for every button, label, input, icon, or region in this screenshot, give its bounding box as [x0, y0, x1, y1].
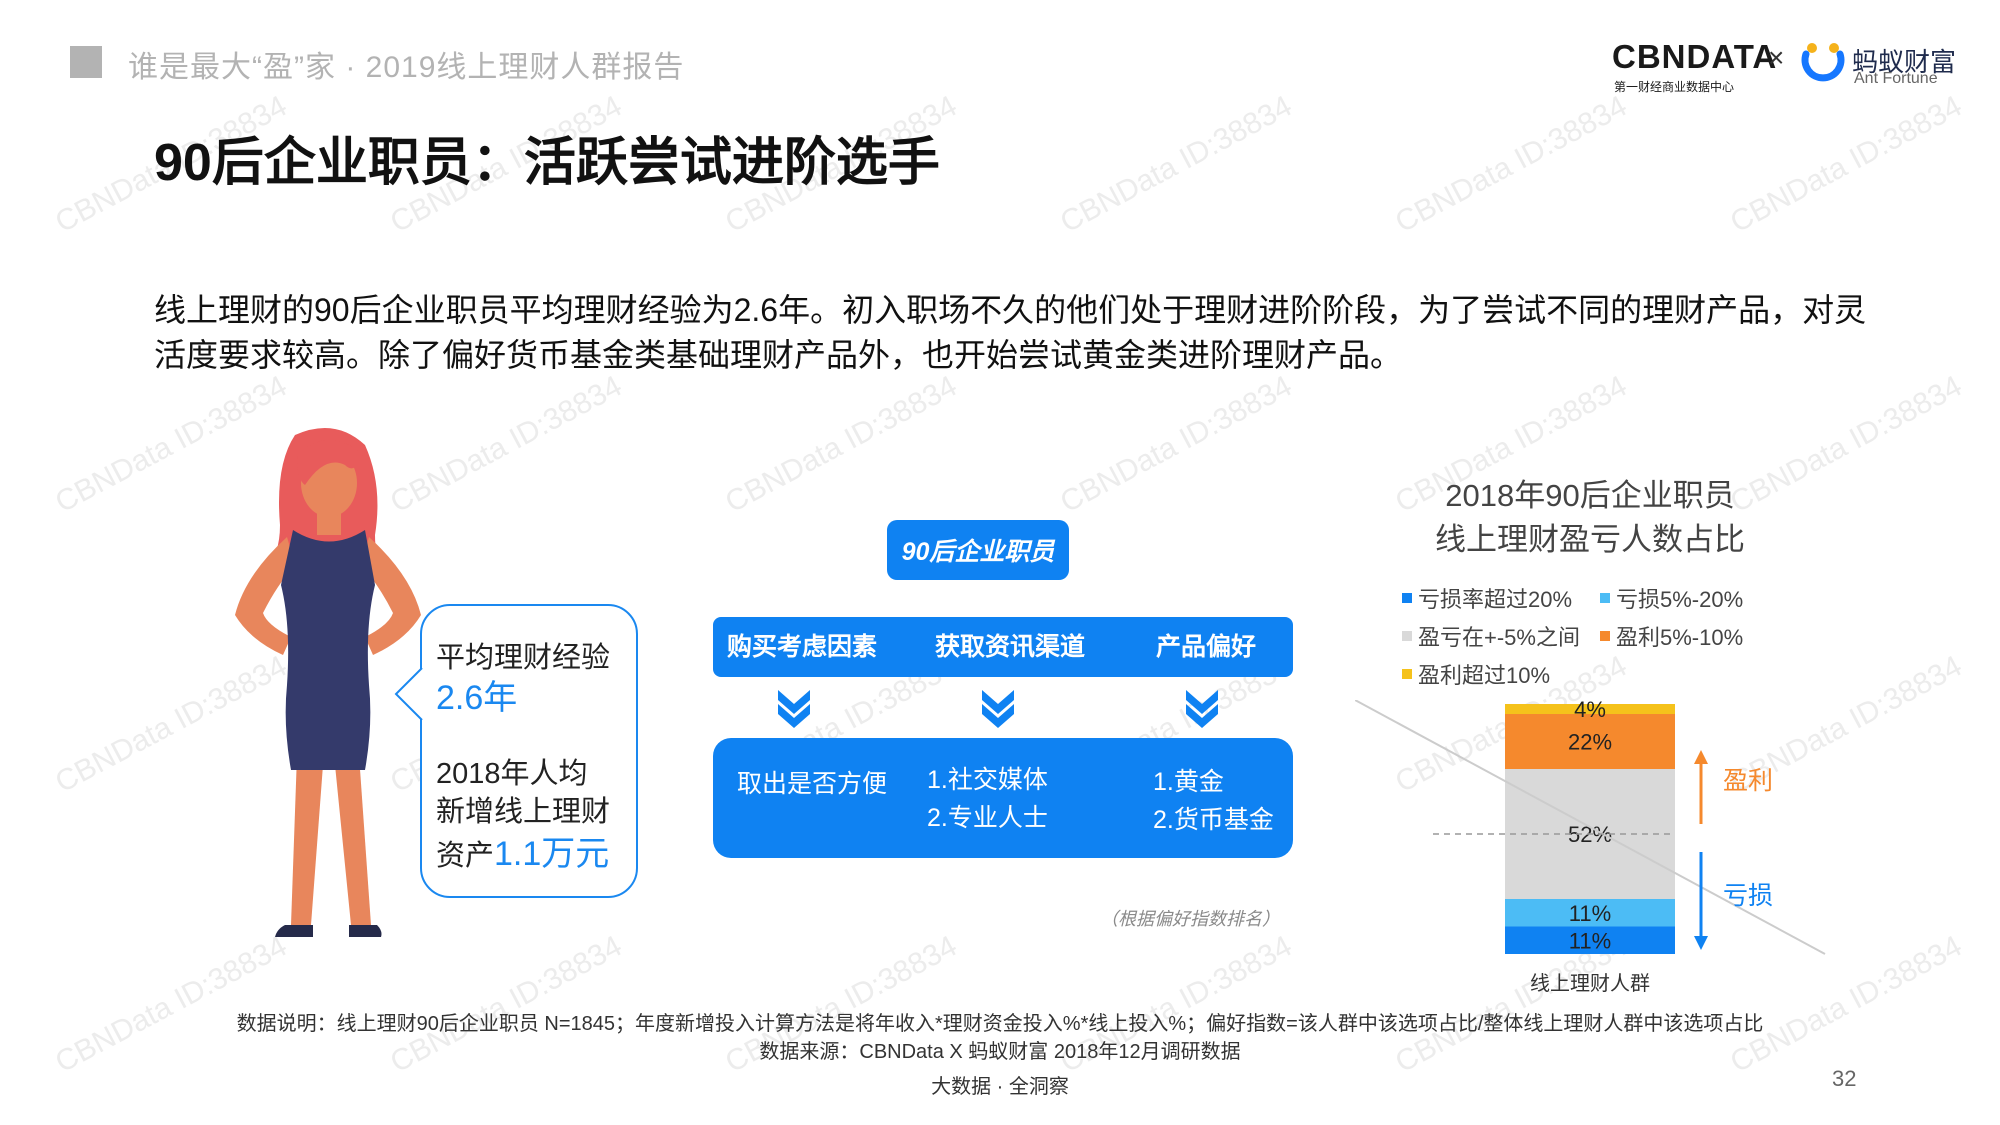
- loss-arrow-head: [1694, 936, 1708, 950]
- ant-fortune-logo-english: Ant Fortune: [1854, 70, 1938, 87]
- legend-swatch: [1600, 631, 1610, 641]
- factor-header-bar: 购买考虑因素 获取资讯渠道 产品偏好: [713, 617, 1293, 677]
- legend-item: 盈利超过10%: [1402, 658, 1550, 690]
- watermark: CBNData ID:38834: [720, 369, 963, 520]
- result-purchase-factor: 取出是否方便: [737, 770, 888, 798]
- experience-value: 2.6年: [436, 679, 518, 717]
- watermark: CBNData ID:38834: [1055, 89, 1298, 240]
- legend-swatch: [1402, 593, 1412, 603]
- legend-item: 亏损率超过20%: [1402, 582, 1572, 614]
- legend-swatch: [1402, 631, 1412, 641]
- legend-label: 亏损5%-20%: [1616, 587, 1744, 612]
- legend-swatch: [1402, 669, 1412, 679]
- result-product-1: 1.黄金: [1153, 768, 1224, 796]
- legend-item: 亏损5%-20%: [1600, 582, 1743, 614]
- cbndata-logo: CBNDATA: [1612, 38, 1778, 75]
- chart-title-line1: 2018年90后企业职员: [1445, 478, 1735, 513]
- watermark: CBNData ID:38834: [1055, 369, 1298, 520]
- legend-label: 盈亏在+-5%之间: [1418, 625, 1580, 650]
- legend-item: 盈利5%-10%: [1600, 620, 1743, 652]
- loss-annotation: 亏损: [1723, 882, 1773, 910]
- report-title: 谁是最大“盈”家 · 2019线上理财人群报告: [128, 51, 685, 84]
- page-description: 线上理财的90后企业职员平均理财经验为2.6年。初入职场不久的他们处于理财进阶阶…: [154, 292, 1867, 373]
- chevron-down-icon: [778, 690, 810, 728]
- page-title: 90后企业职员：活跃尝试进阶选手: [154, 134, 940, 192]
- data-source: 数据来源：CBNData X 蚂蚁财富 2018年12月调研数据: [759, 1041, 1241, 1063]
- profit-loss-chart: 11%11%52%22%4% 线上理财人群 盈利 亏损: [1355, 700, 1826, 995]
- chevron-down-icon: [1186, 690, 1218, 728]
- bar-data-label: 11%: [1569, 928, 1611, 953]
- cbndata-logo-subtitle: 第一财经商业数据中心: [1614, 80, 1735, 94]
- page-number: 32: [1832, 1066, 1857, 1091]
- results-box: 取出是否方便 1.社交媒体 2.专业人士 1.黄金 2.货币基金: [713, 738, 1293, 858]
- legend-swatch: [1600, 593, 1610, 603]
- ant-fortune-logo-icon: [1801, 43, 1845, 82]
- callout-pointer: [394, 668, 423, 720]
- watermark: CBNData ID:38834: [1390, 89, 1633, 240]
- chart-title: 2018年90后企业职员 线上理财盈亏人数占比: [1380, 474, 1800, 562]
- asset-value: 1.1万元: [494, 835, 610, 873]
- footer-tagline: 大数据 · 全洞察: [931, 1076, 1069, 1098]
- legend-label: 盈利5%-10%: [1616, 625, 1744, 650]
- bar-data-label: 22%: [1568, 730, 1612, 755]
- segment-pill: 90后企业职员: [887, 520, 1069, 580]
- x-tick-label: 线上理财人群: [1530, 972, 1650, 995]
- chart-title-line2: 线上理财盈亏人数占比: [1435, 522, 1745, 557]
- profit-arrow-head: [1694, 750, 1708, 764]
- header-product-preference: 产品偏好: [1156, 633, 1257, 661]
- result-product-2: 2.货币基金: [1153, 806, 1274, 834]
- profit-annotation: 盈利: [1723, 767, 1773, 795]
- data-note: 数据说明：线上理财90后企业职员 N=1845；年度新增投入计算方法是将年收入*…: [236, 1013, 1764, 1035]
- ranking-note: （根据偏好指数排名）: [1100, 909, 1280, 929]
- header-square-icon: [70, 46, 102, 78]
- bar-data-label: 4%: [1574, 700, 1606, 722]
- header-purchase-factor: 购买考虑因素: [727, 633, 878, 661]
- chevron-down-icon: [982, 690, 1014, 728]
- result-channel-2: 2.专业人士: [927, 804, 1048, 832]
- result-channel-1: 1.社交媒体: [927, 766, 1048, 794]
- asset-label-prefix: 资产: [436, 840, 495, 872]
- legend-item: 盈亏在+-5%之间: [1402, 620, 1580, 652]
- watermark: CBNData ID:38834: [1725, 89, 1968, 240]
- asset-label-line1: 2018年人均: [436, 758, 588, 790]
- logo-separator: ×: [1768, 42, 1785, 73]
- legend-label: 盈利超过10%: [1418, 663, 1551, 688]
- bar-data-label: 11%: [1569, 901, 1611, 926]
- stats-callout: 平均理财经验 2.6年 2018年人均 新增线上理财 资产1.1万元: [420, 604, 638, 898]
- asset-label-line2: 新增线上理财: [436, 796, 611, 828]
- header-info-channel: 获取资讯渠道: [935, 633, 1086, 661]
- legend-label: 亏损率超过20%: [1418, 587, 1573, 612]
